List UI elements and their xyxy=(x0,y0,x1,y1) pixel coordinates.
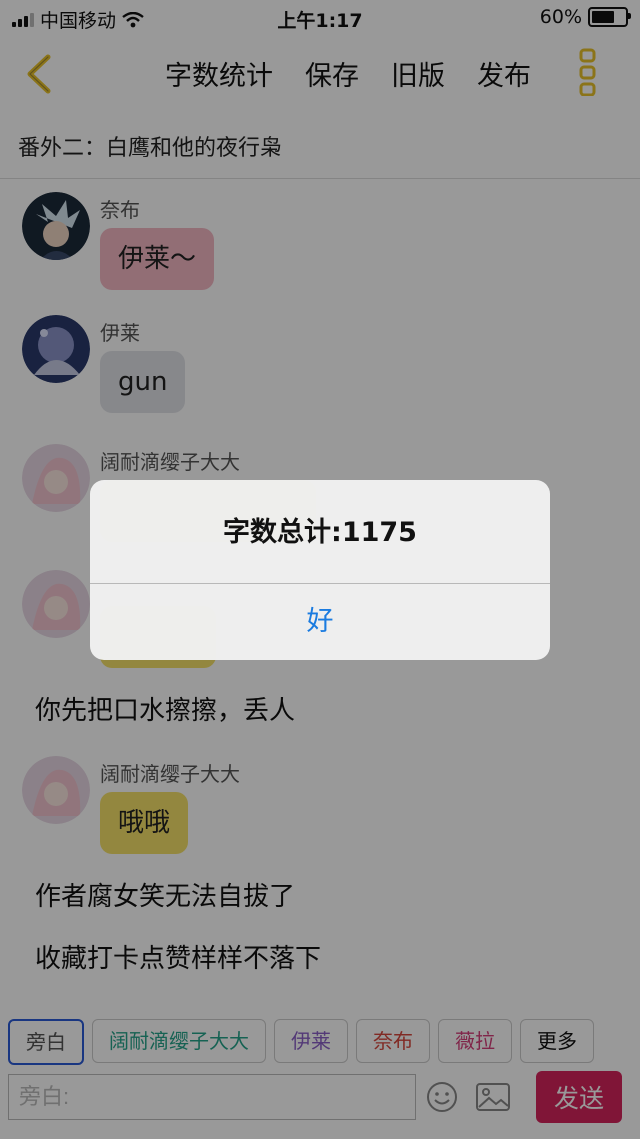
word-count-alert: 字数总计:1175 好 xyxy=(90,480,550,660)
alert-title: 字数总计:1175 xyxy=(223,517,417,548)
alert-ok-button[interactable]: 好 xyxy=(90,584,550,660)
